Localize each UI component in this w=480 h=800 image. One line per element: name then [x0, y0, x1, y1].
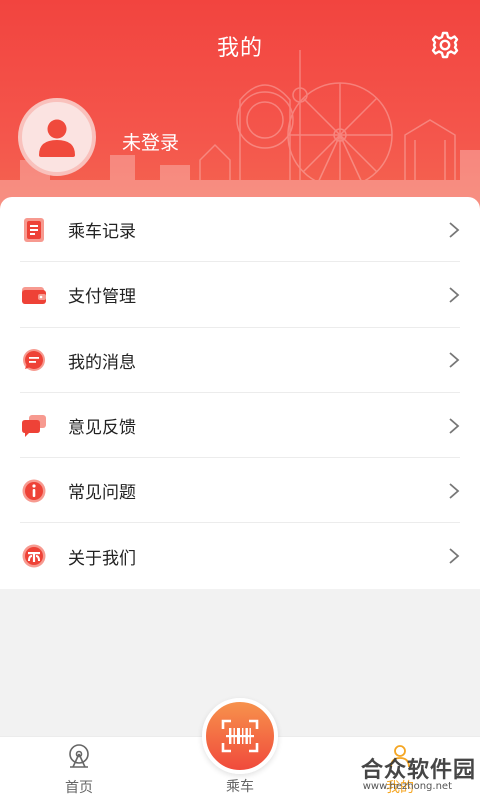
feedback-icon	[20, 412, 48, 440]
tab-mine[interactable]: 我的	[345, 737, 455, 800]
user-avatar-icon	[39, 119, 75, 157]
chevron-right-icon	[449, 352, 460, 368]
scan-qr-button[interactable]	[202, 698, 278, 774]
chevron-right-icon	[449, 483, 460, 499]
tab-label: 乘车	[226, 779, 254, 795]
menu-item-label: 关于我们	[68, 548, 136, 569]
page-title: 我的	[216, 36, 263, 61]
tab-label: 首页	[65, 780, 93, 796]
gear-icon	[431, 31, 459, 59]
menu-item-label: 支付管理	[68, 287, 136, 308]
info-icon	[20, 477, 48, 505]
menu-item-label: 常见问题	[68, 483, 136, 504]
tab-label: 我的	[386, 780, 414, 796]
chevron-right-icon	[449, 417, 460, 434]
chevron-right-icon	[449, 221, 460, 238]
menu-item-label: 我的消息	[68, 352, 136, 373]
menu-item-messages[interactable]: 我的消息	[0, 328, 480, 394]
avatar[interactable]	[18, 98, 96, 176]
menu-list: 乘车记录 支付管理 我的消息 意见反馈 常见问题 关于我们	[0, 197, 480, 589]
person-icon	[390, 745, 410, 768]
wallet-icon	[20, 281, 48, 309]
settings-button[interactable]	[430, 30, 460, 60]
scan-icon	[221, 719, 259, 753]
menu-item-faq[interactable]: 常见问题	[0, 458, 480, 524]
menu-item-feedback[interactable]: 意见反馈	[0, 393, 480, 459]
chevron-right-icon	[449, 287, 460, 303]
chevron-right-icon	[449, 548, 460, 564]
menu-item-payment[interactable]: 支付管理	[0, 262, 480, 328]
menu-item-label: 乘车记录	[68, 222, 136, 243]
menu-item-about[interactable]: 关于我们	[0, 523, 480, 588]
menu-item-label: 意见反馈	[68, 418, 136, 439]
about-icon	[20, 542, 48, 570]
ride-record-icon	[20, 216, 48, 244]
tab-home[interactable]: 首页	[24, 737, 134, 800]
message-bubble-icon	[20, 346, 48, 374]
ferris-wheel-icon	[69, 744, 89, 768]
profile-header: 我的 未登录	[0, 0, 480, 230]
login-status[interactable]: 未登录	[122, 128, 179, 155]
menu-item-ride-record[interactable]: 乘车记录	[0, 197, 480, 263]
